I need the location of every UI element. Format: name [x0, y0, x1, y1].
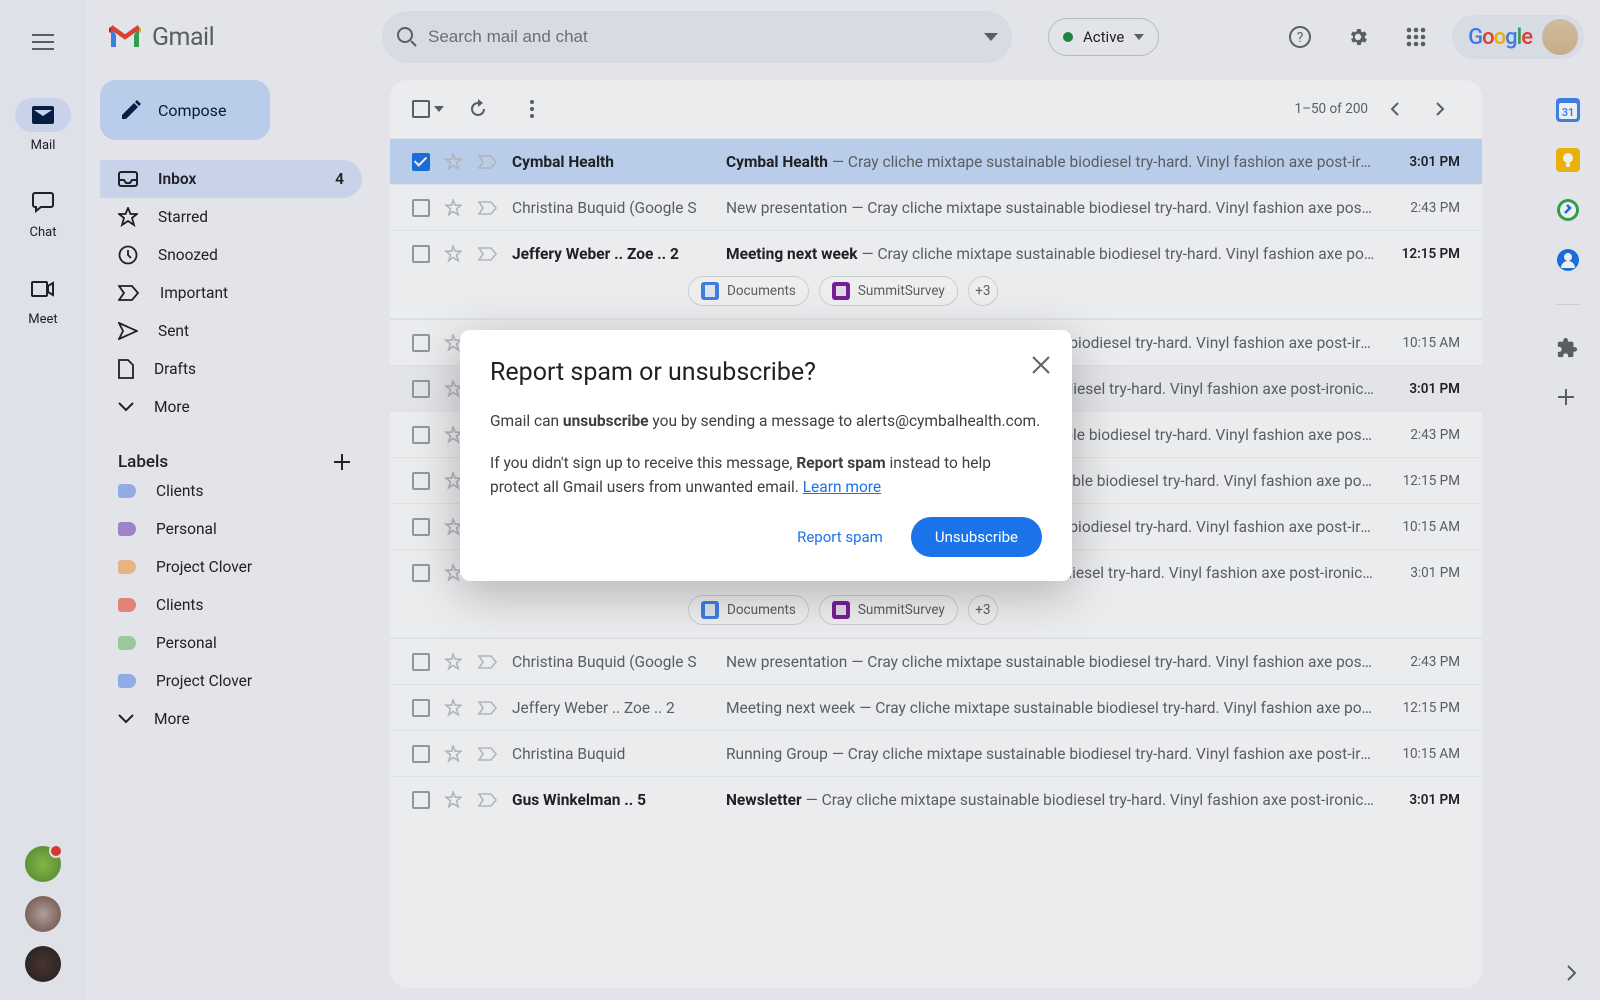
dialog-body: Gmail can unsubscribe you by sending a m…: [490, 409, 1042, 499]
spam-unsubscribe-dialog: Report spam or unsubscribe? Gmail can un…: [460, 330, 1072, 581]
dialog-close-button[interactable]: [1032, 356, 1050, 374]
close-icon: [1032, 356, 1050, 374]
dialog-title: Report spam or unsubscribe?: [490, 358, 1042, 387]
unsubscribe-button[interactable]: Unsubscribe: [911, 517, 1042, 557]
learn-more-link[interactable]: Learn more: [803, 478, 881, 496]
report-spam-button[interactable]: Report spam: [779, 517, 901, 557]
